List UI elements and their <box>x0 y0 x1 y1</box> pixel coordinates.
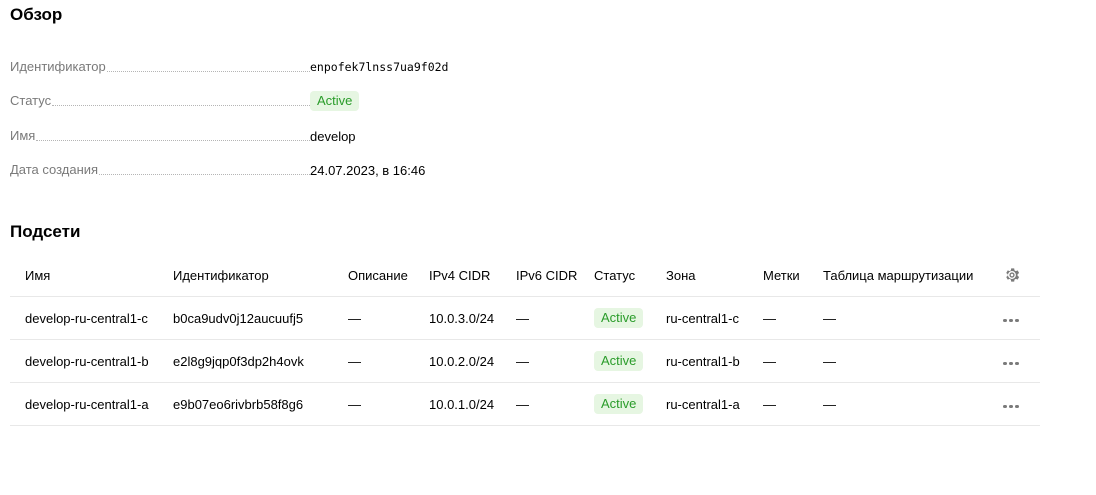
column-header-ipv4[interactable]: IPv4 CIDR <box>414 254 501 297</box>
dotted-leader <box>106 70 310 72</box>
cell-labels: — <box>748 382 808 426</box>
column-header-description[interactable]: Описание <box>333 254 414 297</box>
cell-id: e2l8g9jqp0f3dp2h4ovk <box>158 339 333 383</box>
subnets-table: Имя Идентификатор Описание IPv4 CIDR IPv… <box>10 254 1040 426</box>
cell-ipv4: 10.0.3.0/24 <box>414 296 501 340</box>
more-horizontal-icon[interactable] <box>1003 315 1019 327</box>
column-header-status[interactable]: Статус <box>579 254 651 297</box>
prop-row-status: Статус Active <box>10 91 360 111</box>
cell-id: e9b07eo6rivbrb58f8g6 <box>158 382 333 426</box>
dotted-leader <box>52 104 310 106</box>
cell-route-table: — <box>808 382 988 426</box>
prop-row-id: Идентификатор enpofek7lnss7ua9f02d <box>10 57 448 77</box>
cell-name[interactable]: develop-ru-central1-a <box>10 382 158 426</box>
prop-label-name: Имя <box>10 128 36 143</box>
cell-name[interactable]: develop-ru-central1-b <box>10 339 158 383</box>
table-row[interactable]: develop-ru-central1-b e2l8g9jqp0f3dp2h4o… <box>10 339 1040 383</box>
status-badge: Active <box>594 351 644 371</box>
prop-label-status: Статус <box>10 93 52 108</box>
column-header-name[interactable]: Имя <box>10 254 158 297</box>
cell-ipv6: — <box>501 382 579 426</box>
cell-route-table: — <box>808 339 988 383</box>
overview-title: Обзор <box>10 5 63 24</box>
cell-zone: ru-central1-b <box>651 339 748 383</box>
status-badge: Active <box>310 91 360 111</box>
prop-row-created: Дата создания 24.07.2023, в 16:46 <box>10 160 425 180</box>
dotted-leader <box>36 139 310 141</box>
subnets-title: Подсети <box>10 222 81 241</box>
status-badge: Active <box>594 394 644 414</box>
cell-id: b0ca9udv0j12aucuufj5 <box>158 296 333 340</box>
table-header-row: Имя Идентификатор Описание IPv4 CIDR IPv… <box>10 254 1040 297</box>
cell-description: — <box>333 296 414 340</box>
prop-label-created: Дата создания <box>10 162 99 177</box>
cell-zone: ru-central1-c <box>651 296 748 340</box>
more-horizontal-icon[interactable] <box>1003 358 1019 370</box>
table-row[interactable]: develop-ru-central1-a e9b07eo6rivbrb58f8… <box>10 382 1040 426</box>
prop-value-name: develop <box>310 128 356 144</box>
cell-description: — <box>333 382 414 426</box>
more-horizontal-icon[interactable] <box>1003 401 1019 413</box>
prop-value-created: 24.07.2023, в 16:46 <box>310 162 426 178</box>
column-header-labels[interactable]: Метки <box>748 254 808 297</box>
column-header-id[interactable]: Идентификатор <box>158 254 333 297</box>
cell-route-table: — <box>808 296 988 340</box>
status-badge: Active <box>594 308 644 328</box>
column-header-zone[interactable]: Зона <box>651 254 748 297</box>
dotted-leader <box>99 173 310 175</box>
cell-ipv4: 10.0.2.0/24 <box>414 339 501 383</box>
gear-icon[interactable] <box>1003 266 1021 284</box>
cell-labels: — <box>748 339 808 383</box>
cell-zone: ru-central1-a <box>651 382 748 426</box>
table-row[interactable]: develop-ru-central1-c b0ca9udv0j12aucuuf… <box>10 296 1040 340</box>
cell-ipv4: 10.0.1.0/24 <box>414 382 501 426</box>
cell-name[interactable]: develop-ru-central1-c <box>10 296 158 340</box>
cell-ipv6: — <box>501 296 579 340</box>
prop-label-id: Идентификатор <box>10 59 106 74</box>
column-header-route-table[interactable]: Таблица маршрутизации <box>808 254 988 297</box>
prop-value-id: enpofek7lnss7ua9f02d <box>310 60 449 74</box>
prop-row-name: Имя develop <box>10 126 356 146</box>
cell-ipv6: — <box>501 339 579 383</box>
cell-labels: — <box>748 296 808 340</box>
column-header-ipv6[interactable]: IPv6 CIDR <box>501 254 579 297</box>
cell-description: — <box>333 339 414 383</box>
